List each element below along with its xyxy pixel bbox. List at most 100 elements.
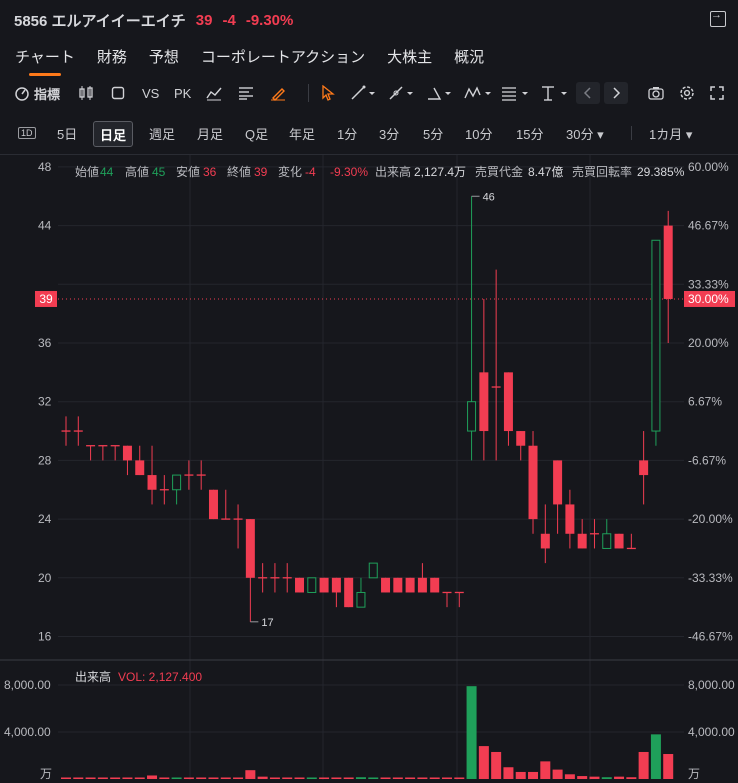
volume-bar — [515, 771, 526, 779]
volume-bar — [503, 767, 514, 779]
tab-major-shareholders[interactable]: 大株主 — [387, 46, 432, 67]
exit-fullscreen-icon[interactable] — [710, 9, 726, 27]
volume-bar — [601, 777, 612, 779]
ohlc-close-value: 39 — [254, 165, 268, 179]
percent-tick-label: 60.00% — [688, 160, 729, 174]
cursor-icon[interactable] — [321, 82, 335, 104]
ohlc-open-label: 始値 — [75, 164, 99, 179]
volume-bar — [392, 777, 403, 779]
candle-body — [430, 577, 440, 593]
candle-body — [295, 577, 305, 593]
angle-icon[interactable] — [426, 82, 452, 104]
volume-bar — [319, 777, 330, 779]
tab-financials[interactable]: 財務 — [97, 46, 127, 67]
candle-body — [663, 225, 673, 299]
price-tick-label: 24 — [38, 512, 52, 526]
volume-bar — [159, 777, 170, 779]
volume-bar — [147, 775, 158, 779]
max-price-label: 46 — [483, 191, 495, 203]
volume-bar — [638, 751, 649, 779]
volume-bar — [540, 761, 551, 779]
volume-bar — [220, 777, 231, 779]
timeframe-yearly[interactable]: 年足 — [289, 121, 315, 145]
volume-bar — [110, 777, 121, 779]
candle-style-icon[interactable] — [78, 82, 94, 104]
percent-tick-label: 46.67% — [688, 219, 729, 233]
volume-legend-label: 出来高 — [75, 669, 111, 684]
timeframe-range-dropdown[interactable]: 1カ月 ▾ — [649, 121, 692, 145]
price-tick-label: 32 — [38, 395, 52, 409]
chart-area-icon[interactable] — [206, 82, 222, 104]
percent-tick-label: 33.33% — [688, 277, 729, 291]
timeframe-daily[interactable]: 日足 — [93, 121, 134, 147]
candle-body — [319, 577, 329, 593]
text-align-icon[interactable] — [238, 82, 254, 104]
timeframe-5min[interactable]: 5分 — [423, 121, 443, 145]
current-pct-tag — [684, 290, 735, 307]
timeframe-quarterly[interactable]: Q足 — [245, 121, 268, 145]
pk-button[interactable]: PK — [174, 82, 191, 104]
price-tick-label: 36 — [38, 336, 52, 350]
ohlc-amount-value: 8.47億 — [528, 165, 563, 179]
stock-header: 5856 エルアイイーエイチ 39 -4 -9.30% — [14, 10, 293, 30]
percent-tick-label: -6.67% — [688, 453, 726, 467]
chevron-left-icon[interactable] — [576, 82, 600, 104]
current-price-tag — [35, 290, 57, 307]
tab-corporate-action[interactable]: コーポレートアクション — [201, 46, 365, 67]
volume-bar — [589, 776, 600, 779]
timeframe-30min-dropdown[interactable]: 30分 ▾ — [566, 121, 604, 145]
measure-icon[interactable] — [540, 82, 568, 104]
volume-bar — [233, 777, 244, 779]
tab-forecast[interactable]: 予想 — [149, 46, 179, 67]
settings-icon[interactable] — [679, 82, 695, 104]
candlestick-chart[interactable]: 46 17 16 20 24 28 32 36 44 48 60.00% 46.67% 33.33% 2… — [0, 0, 738, 783]
timeframe-5d[interactable]: 5日 — [57, 121, 77, 145]
ohlc-open-value: 44 — [100, 165, 114, 179]
volume-bar — [454, 777, 465, 779]
ohlc-change-pct: -9.30% — [330, 165, 368, 179]
timeframe-3min[interactable]: 3分 — [379, 121, 399, 145]
candle-body — [331, 577, 341, 593]
timeframe-1min[interactable]: 1分 — [337, 121, 357, 145]
pencil-icon[interactable] — [270, 82, 286, 104]
timeframe-10min[interactable]: 10分 — [465, 121, 492, 145]
brush-icon[interactable] — [388, 82, 414, 104]
volume-bar — [171, 777, 182, 779]
percent-tick-label: -46.67% — [688, 630, 733, 644]
stock-change-pct: -9.30% — [245, 11, 294, 29]
pattern-icon[interactable] — [464, 82, 492, 104]
timeframe-weekly[interactable]: 週足 — [149, 121, 175, 145]
tab-overview[interactable]: 概況 — [454, 46, 484, 67]
volume-bar — [478, 746, 489, 779]
fib-icon[interactable] — [501, 82, 529, 104]
volume-bar — [343, 777, 354, 779]
volume-bar — [245, 770, 256, 779]
candle-body — [528, 445, 538, 520]
tab-chart[interactable]: チャート — [15, 46, 75, 76]
trendline-icon[interactable] — [350, 82, 376, 104]
stock-name: 5856 エルアイイーエイチ — [14, 12, 186, 30]
volume-bar — [368, 777, 379, 779]
volume-bar — [626, 777, 637, 779]
camera-icon[interactable] — [648, 82, 664, 104]
candle-body — [553, 460, 563, 505]
candle-body — [368, 562, 378, 579]
price-tick-label: 20 — [38, 571, 52, 585]
ohlc-turnover-value: 29.385% — [637, 165, 685, 179]
chevron-right-icon[interactable] — [604, 82, 628, 104]
timeframe-1d-icon[interactable]: 1D — [18, 127, 36, 139]
indicator-button[interactable]: 指標 — [14, 82, 60, 104]
ohlc-low-label: 安値 — [176, 164, 200, 179]
volume-bar — [466, 686, 477, 779]
compare-vs-button[interactable]: VS — [142, 82, 159, 104]
current-price-value: 39 — [39, 292, 53, 306]
volume-bar — [134, 777, 145, 779]
candle-body — [393, 577, 403, 593]
timeframe-15min[interactable]: 15分 — [516, 121, 543, 145]
volume-bar — [355, 777, 366, 779]
square-icon[interactable] — [111, 82, 125, 104]
volume-bar — [269, 777, 280, 779]
volume-bar — [306, 777, 317, 779]
fullscreen-icon[interactable] — [710, 82, 724, 104]
timeframe-monthly[interactable]: 月足 — [197, 121, 223, 145]
